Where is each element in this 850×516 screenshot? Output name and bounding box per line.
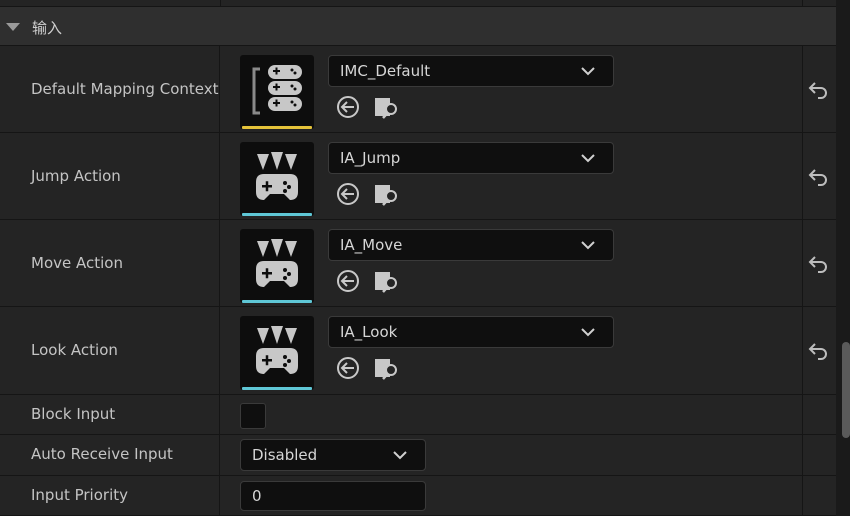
use-selected-icon[interactable]: [336, 356, 360, 380]
property-label: Auto Receive Input: [31, 445, 173, 463]
scrollbar-thumb[interactable]: [842, 342, 850, 438]
input-action-icon: [256, 152, 298, 200]
asset-thumbnail[interactable]: [240, 316, 314, 390]
reset-column: [802, 435, 836, 475]
asset-picker-combo[interactable]: IA_Look: [328, 316, 614, 348]
name-column: Auto Receive Input: [0, 435, 220, 475]
chevron-down-icon: [393, 451, 407, 460]
use-selected-icon[interactable]: [336, 182, 360, 206]
use-selected-icon[interactable]: [336, 95, 360, 119]
name-column: Move Action: [0, 220, 220, 306]
block-input-checkbox[interactable]: [240, 403, 266, 429]
input-priority-field[interactable]: 0: [240, 481, 426, 511]
input-action-icon: [256, 239, 298, 287]
chevron-down-icon: [581, 67, 595, 76]
selected-asset: IA_Jump: [340, 149, 401, 167]
asset-thumbnail[interactable]: [240, 55, 314, 129]
reset-column: [802, 476, 836, 515]
property-label: Input Priority: [31, 486, 128, 504]
property-label: Move Action: [31, 254, 123, 272]
property-label: Jump Action: [31, 167, 121, 185]
property-label: Block Input: [31, 405, 116, 423]
mapping-context-icon: [252, 65, 302, 115]
property-label: Default Mapping Context: [31, 80, 219, 98]
chevron-down-icon: [581, 241, 595, 250]
reset-to-default-icon[interactable]: [808, 167, 828, 187]
reset-to-default-icon[interactable]: [808, 254, 828, 274]
browse-asset-icon[interactable]: [374, 94, 400, 120]
browse-asset-icon[interactable]: [374, 268, 400, 294]
numeric-value: 0: [252, 487, 262, 505]
asset-type-bar: [242, 300, 312, 303]
property-label: Look Action: [31, 341, 118, 359]
category-header-input[interactable]: 输入: [0, 6, 836, 46]
auto-receive-input-dropdown[interactable]: Disabled: [240, 439, 426, 471]
asset-type-bar: [242, 213, 312, 216]
browse-asset-icon[interactable]: [374, 181, 400, 207]
chevron-down-icon: [581, 154, 595, 163]
asset-thumbnail[interactable]: [240, 229, 314, 303]
dropdown-value: Disabled: [252, 446, 318, 464]
asset-thumbnail[interactable]: [240, 142, 314, 216]
asset-type-bar: [242, 387, 312, 390]
asset-type-bar: [242, 126, 312, 129]
reset-column: [802, 395, 836, 434]
browse-asset-icon[interactable]: [374, 355, 400, 381]
reset-to-default-icon[interactable]: [808, 80, 828, 100]
category-title: 输入: [32, 19, 63, 37]
selected-asset: IA_Look: [340, 323, 398, 341]
name-column: Input Priority: [0, 476, 220, 515]
reset-to-default-icon[interactable]: [808, 341, 828, 361]
property-row-block-input: Block Input: [0, 395, 836, 435]
selected-asset: IA_Move: [340, 236, 403, 254]
name-column: Default Mapping Context: [0, 46, 220, 132]
asset-picker-combo[interactable]: IA_Jump: [328, 142, 614, 174]
selected-asset: IMC_Default: [340, 62, 431, 80]
input-action-icon: [256, 326, 298, 374]
name-column: Block Input: [0, 395, 220, 434]
asset-picker-combo[interactable]: IMC_Default: [328, 55, 614, 87]
name-column: Look Action: [0, 307, 220, 394]
expand-arrow-icon[interactable]: [6, 23, 20, 31]
name-column: Jump Action: [0, 133, 220, 219]
asset-picker-combo[interactable]: IA_Move: [328, 229, 614, 261]
use-selected-icon[interactable]: [336, 269, 360, 293]
chevron-down-icon: [581, 328, 595, 337]
